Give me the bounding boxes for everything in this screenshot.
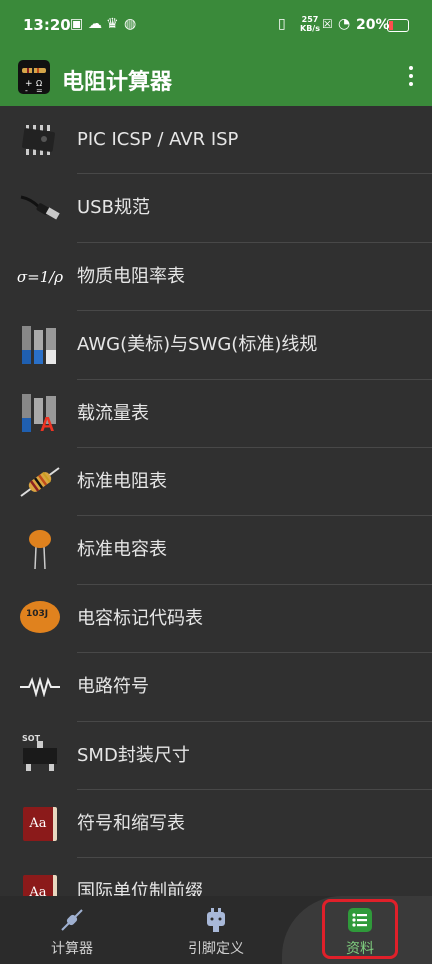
chip-icon [18, 118, 62, 162]
battery-icon [387, 19, 409, 32]
capacitor-code-icon: 103J [18, 597, 62, 641]
list-item-si-prefixes[interactable]: Aa 国际单位制前缀 [0, 858, 432, 896]
list-item-label: 物质电阻率表 [77, 265, 185, 287]
battery-percent: 20% [356, 17, 390, 33]
smd-package-icon: SOT [18, 734, 62, 778]
cloud-icon: ☁ [88, 16, 102, 32]
list-item-resistivity[interactable]: σ=1/ρ 物质电阻率表 [0, 243, 432, 312]
network-speed: 257 KB/s [300, 15, 320, 33]
list-item-std-resistor[interactable]: 标准电阻表 [0, 448, 432, 517]
crown-icon: ♛ [106, 16, 119, 32]
list-item-ampacity[interactable]: A 载流量表 [0, 380, 432, 448]
resistivity-formula-icon: σ=1/ρ [16, 255, 64, 299]
app-logo-icon: + Ω - = [18, 60, 50, 94]
list-item-abbreviations[interactable]: Aa 符号和缩写表 [0, 790, 432, 859]
svg-text:=: = [36, 86, 43, 94]
list-item-capacitor-code[interactable]: 103J 电容标记代码表 [0, 585, 432, 654]
list-item-circuit-symbols[interactable]: 电路符号 [0, 653, 432, 722]
more-options-icon[interactable] [404, 66, 418, 90]
app-bar: + Ω - = 电阻计算器 [0, 50, 432, 106]
formula-text: σ=1/ρ [16, 267, 64, 286]
list-item-label: 符号和缩写表 [77, 812, 185, 834]
list-item-label: USB规范 [77, 197, 150, 219]
resistor-tab-icon [61, 909, 83, 931]
wifi-icon: ◔ [338, 16, 351, 32]
ampacity-icon: A [18, 392, 62, 436]
list-item-label: SMD封装尺寸 [77, 744, 190, 766]
book-icon-text: Aa [29, 816, 47, 832]
list-item-label: 标准电容表 [77, 539, 167, 561]
wire-gauge-icon [18, 323, 62, 367]
app-notification-icon: ◍ [124, 16, 137, 32]
app-title: 电阻计算器 [62, 70, 173, 95]
usb-cable-icon [18, 186, 62, 230]
list-item-label: 电路符号 [77, 676, 149, 698]
book-icon: Aa [18, 802, 62, 846]
tab-label: 计算器 [51, 941, 93, 957]
smd-label-text: SOT [22, 733, 41, 743]
list-item-label: 载流量表 [77, 402, 149, 424]
resistor-icon [18, 460, 62, 504]
list-item-usb[interactable]: USB规范 [0, 174, 432, 243]
capacitor-code-text: 103J [26, 608, 49, 619]
list-item-pic-icsp[interactable]: PIC ICSP / AVR ISP [0, 106, 432, 175]
capacitor-icon [18, 528, 62, 572]
book-icon-text: Aa [29, 884, 47, 896]
vibrate-icon: ▯ [278, 16, 286, 32]
tab-calculator[interactable]: 计算器 [0, 896, 144, 964]
speed-value: 257 [301, 15, 319, 24]
sim-x-icon: ☒ [322, 17, 333, 31]
svg-text:-: - [25, 86, 28, 94]
list-item-label: 标准电阻表 [77, 470, 167, 492]
notification-icon: ▣ [70, 16, 84, 32]
resistor-symbol-icon [18, 665, 62, 709]
plug-tab-icon [207, 908, 225, 932]
tab-label: 引脚定义 [188, 941, 244, 957]
ampacity-letter: A [40, 413, 55, 436]
highlight-box [322, 899, 398, 959]
speed-unit: KB/s [300, 24, 320, 33]
list-item-label: AWG(美标)与SWG(标准)线规 [77, 334, 318, 356]
list-item-label: 国际单位制前缀 [77, 881, 203, 896]
reference-list[interactable]: PIC ICSP / AVR ISP USB规范 σ=1/ρ 物质电阻率表 AW… [0, 106, 432, 896]
tab-pinout[interactable]: 引脚定义 [144, 896, 288, 964]
list-item-label: PIC ICSP / AVR ISP [77, 129, 239, 150]
status-time: 13:20 [23, 16, 71, 34]
list-item-label: 电容标记代码表 [77, 607, 203, 629]
status-bar: 13:20 ▣ ☁ ♛ ◍ ▯ 257 KB/s ☒ ◔ 20% [0, 0, 432, 50]
list-item-smd[interactable]: SOT SMD封装尺寸 [0, 722, 432, 790]
list-item-awg[interactable]: AWG(美标)与SWG(标准)线规 [0, 311, 432, 380]
list-item-std-capacitor[interactable]: 标准电容表 [0, 516, 432, 585]
book-icon: Aa [18, 870, 62, 896]
